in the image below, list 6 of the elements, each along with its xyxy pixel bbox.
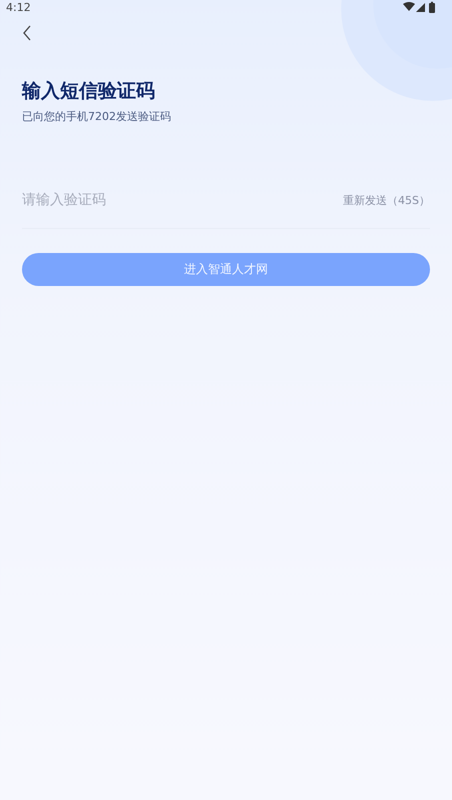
status-icons: [402, 1, 438, 13]
back-icon[interactable]: [22, 25, 32, 41]
page-title: 输入短信验证码: [22, 79, 156, 104]
code-input-field[interactable]: 请输入验证码: [22, 192, 222, 208]
page-subtitle: 已向您的手机7202发送验证码: [22, 109, 172, 124]
status-time: 4:12: [6, 0, 31, 14]
